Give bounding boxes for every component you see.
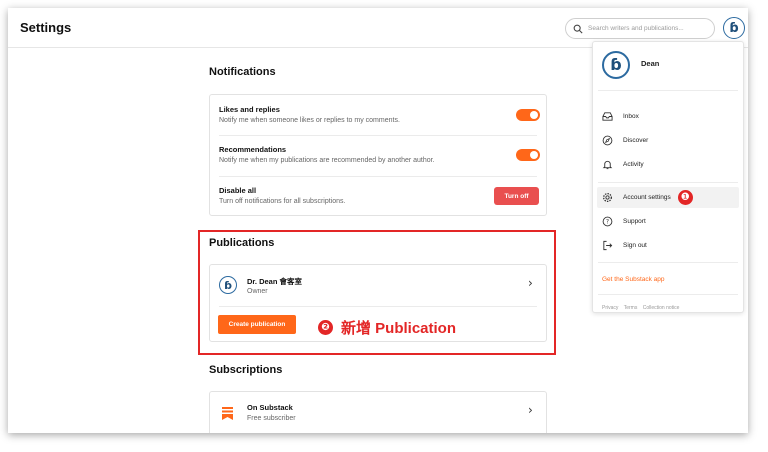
annotation-step2: ❷ 新增 Publication	[318, 317, 456, 338]
privacy-link[interactable]: Privacy	[602, 305, 618, 311]
notifications-card: Likes and replies Notify me when someone…	[209, 94, 547, 216]
notification-row-disable-all: Disable all Turn off notifications for a…	[210, 177, 546, 217]
menu-item-label: Support	[623, 218, 646, 225]
bell-icon	[602, 160, 613, 170]
subscription-name: On Substack	[247, 403, 293, 412]
notification-title: Recommendations	[219, 145, 287, 154]
app-window: Settings ɓ Notifications Likes and repli…	[8, 8, 748, 433]
notification-row-recommendations: Recommendations Notify me when my public…	[210, 136, 546, 176]
menu-item-label: Activity	[623, 161, 644, 168]
annotation-step2-number: ❷	[318, 320, 333, 335]
menu-user-name: Dean	[641, 59, 660, 68]
notification-title: Likes and replies	[219, 105, 280, 114]
collection-notice-link[interactable]: Collection notice	[643, 305, 680, 311]
menu-item-discover[interactable]: Discover	[597, 130, 739, 151]
divider	[598, 90, 738, 91]
substack-b-logo-icon: ɓ	[729, 20, 739, 36]
notifications-heading: Notifications	[209, 66, 276, 78]
inbox-icon	[602, 112, 613, 121]
notification-desc: Notify me when someone likes or replies …	[219, 117, 400, 124]
notification-title: Disable all	[219, 186, 257, 195]
gear-icon	[603, 193, 612, 202]
annotation-step2-text: 新增 Publication	[341, 320, 457, 337]
help-icon: ?	[602, 216, 613, 227]
subscriptions-heading: Subscriptions	[209, 364, 283, 376]
menu-item-activity[interactable]: Activity	[597, 154, 739, 175]
page-title: Settings	[20, 20, 72, 35]
turn-off-button[interactable]: Turn off	[494, 187, 539, 205]
notification-row-likes: Likes and replies Notify me when someone…	[210, 95, 546, 135]
terms-link[interactable]: Terms	[624, 305, 638, 311]
divider	[598, 262, 738, 263]
annotation-step1: ❶	[677, 190, 693, 205]
substack-b-logo-icon: ɓ	[610, 55, 622, 74]
user-menu-dropdown: ɓ Dean Inbox Discover Activity Account s…	[592, 41, 744, 313]
divider	[598, 182, 738, 183]
menu-item-account-settings[interactable]: Account settings ❶	[597, 187, 739, 208]
search-box[interactable]	[565, 18, 715, 39]
search-input[interactable]	[588, 25, 708, 32]
menu-item-support[interactable]: ? Support	[597, 211, 739, 232]
likes-replies-toggle[interactable]	[516, 109, 540, 121]
menu-item-label: Sign out	[623, 242, 647, 249]
search-icon	[573, 24, 583, 34]
menu-item-label: Account settings	[623, 194, 671, 201]
subscription-row[interactable]: On Substack Free subscriber ›	[210, 392, 546, 433]
menu-item-inbox[interactable]: Inbox	[597, 106, 739, 127]
subscriptions-card: On Substack Free subscriber ›	[209, 391, 547, 433]
notification-desc: Turn off notifications for all subscript…	[219, 198, 346, 205]
svg-text:?: ?	[606, 219, 609, 226]
user-avatar-button[interactable]: ɓ	[723, 17, 745, 39]
get-app-link[interactable]: Get the Substack app	[602, 276, 665, 283]
menu-footer: Privacy Terms Collection notice	[602, 305, 683, 311]
subscription-role: Free subscriber	[247, 415, 296, 422]
menu-item-label: Inbox	[623, 113, 639, 120]
divider	[598, 294, 738, 295]
menu-item-label: Discover	[623, 137, 649, 144]
sign-out-icon	[603, 240, 613, 251]
notification-desc: Notify me when my publications are recom…	[219, 157, 435, 164]
recommendations-toggle[interactable]	[516, 149, 540, 161]
menu-item-sign-out[interactable]: Sign out	[597, 235, 739, 256]
chevron-right-icon: ›	[528, 403, 533, 417]
menu-avatar: ɓ	[602, 51, 630, 79]
compass-icon	[602, 135, 613, 146]
substack-bookmark-icon	[222, 407, 233, 420]
